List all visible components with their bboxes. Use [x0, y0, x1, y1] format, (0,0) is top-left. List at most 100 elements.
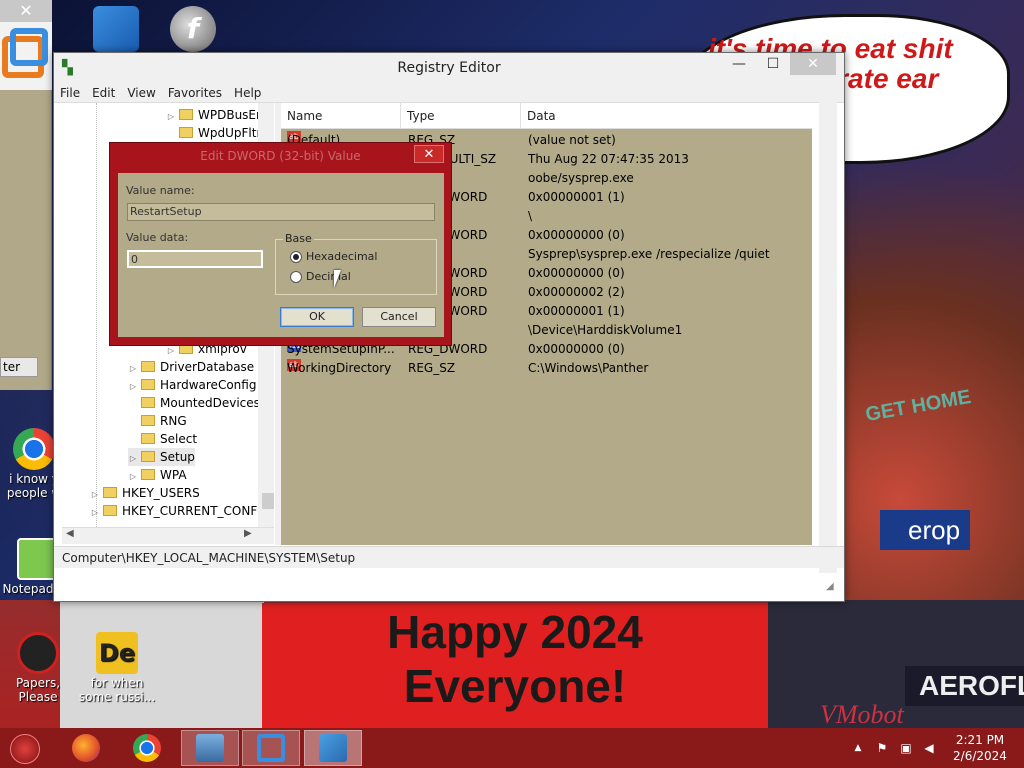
- maximize-button[interactable]: ☐: [756, 53, 790, 75]
- column-header-type[interactable]: Type: [401, 103, 521, 129]
- tree-item-hkey-users[interactable]: ▷ HKEY_USERS: [90, 484, 200, 502]
- firefox-icon: [72, 734, 100, 762]
- value-data-cell: C:\Windows\Panther: [528, 361, 649, 375]
- scroll-right-icon[interactable]: ▶: [244, 528, 252, 539]
- value-data-cell: Thu Aug 22 07:47:35 2013: [528, 152, 689, 166]
- hexadecimal-radio[interactable]: [290, 251, 302, 263]
- menu-help[interactable]: Help: [228, 83, 267, 103]
- desktop-icon-label: Papers, Please: [15, 676, 61, 704]
- value-data-cell: 0x00000002 (2): [528, 285, 625, 299]
- close-icon[interactable]: ✕: [0, 0, 52, 22]
- menu-file[interactable]: File: [54, 83, 86, 103]
- edit-dword-dialog[interactable]: Edit DWORD (32-bit) Value ✕ Value name: …: [109, 142, 452, 346]
- menu-edit[interactable]: Edit: [86, 83, 121, 103]
- tree-item-wpdbusen[interactable]: ▷ WPDBusEn: [166, 106, 264, 124]
- folder-icon: [141, 469, 155, 480]
- system-clock[interactable]: 2:21 PM 2/6/2024: [944, 732, 1016, 764]
- dialog-body: Value name: RestartSetup Value data: 0 B…: [118, 173, 444, 337]
- background-window-button[interactable]: ter: [0, 357, 38, 377]
- tree-item-wpdupfltr[interactable]: WpdUpFltr: [166, 124, 261, 142]
- tree-item-mounteddevices[interactable]: MountedDevices: [128, 394, 260, 412]
- tree-item-driverdatabase[interactable]: ▷ DriverDatabase: [128, 358, 254, 376]
- menu-view[interactable]: View: [121, 83, 161, 103]
- folder-icon: [141, 415, 155, 426]
- column-header-name[interactable]: Name: [281, 103, 401, 129]
- value-data-cell: \: [528, 209, 533, 223]
- resize-grip-icon[interactable]: ◢: [826, 581, 840, 595]
- column-header-data[interactable]: Data: [521, 103, 812, 129]
- value-type-cell: REG_SZ: [408, 361, 456, 375]
- action-center-flag-icon[interactable]: ⚑: [873, 728, 891, 768]
- folder-icon: [141, 397, 155, 408]
- menu-favorites[interactable]: Favorites: [162, 83, 228, 103]
- outer-vertical-scrollbar[interactable]: [819, 83, 837, 573]
- chrome-icon: [133, 734, 161, 762]
- taskbar-chrome[interactable]: [118, 730, 176, 766]
- minimize-button[interactable]: —: [722, 53, 756, 75]
- folder-icon: [103, 487, 117, 498]
- value-data-cell: 0x00000000 (0): [528, 266, 625, 280]
- folder-icon: [179, 127, 193, 138]
- value-name-field[interactable]: RestartSetup: [127, 203, 435, 221]
- folder-icon: [141, 451, 155, 462]
- tree-item-rng[interactable]: RNG: [128, 412, 187, 430]
- taskbar-network-remote[interactable]: [181, 730, 239, 766]
- close-button[interactable]: ✕: [790, 53, 836, 75]
- tree-item-hardwareconfig[interactable]: ▷ HardwareConfig: [128, 376, 257, 394]
- ok-button[interactable]: OK: [280, 307, 354, 327]
- taskbar-registry-editor[interactable]: [304, 730, 362, 766]
- tree-horizontal-scrollbar[interactable]: ◀ ▶: [62, 527, 274, 544]
- value-data-cell: \Device\HarddiskVolume1: [528, 323, 683, 337]
- folder-icon: [141, 379, 155, 390]
- tree-item-setup[interactable]: ▷ Setup: [128, 448, 195, 466]
- clock-time: 2:21 PM: [955, 733, 1005, 747]
- registry-editor-icon: [319, 734, 347, 762]
- wallpaper-sign-erop: erop: [880, 510, 970, 550]
- status-bar: Computer\HKEY_LOCAL_MACHINE\SYSTEM\Setup: [54, 546, 844, 568]
- value-data-cell: 0x00000001 (1): [528, 304, 625, 318]
- taskbar-vmware[interactable]: [242, 730, 300, 766]
- desktop-icon-de-shortcut[interactable]: De for when some russi...: [77, 632, 157, 704]
- folder-icon: [103, 505, 117, 516]
- value-data-field[interactable]: 0: [127, 250, 263, 268]
- taskbar-firefox[interactable]: [57, 730, 115, 766]
- folder-icon: [141, 433, 155, 444]
- menu-bar: File Edit View Favorites Help: [54, 83, 844, 103]
- value-name-label: Value name:: [126, 184, 195, 197]
- dialog-close-button[interactable]: ✕: [414, 145, 444, 163]
- papers-please-icon: [17, 632, 59, 674]
- banner-line-2: Everyone!: [403, 660, 627, 712]
- scroll-left-icon[interactable]: ◀: [66, 528, 74, 539]
- volume-muted-icon[interactable]: ◀: [920, 728, 938, 768]
- base-group: [275, 239, 437, 295]
- start-button[interactable]: [10, 734, 40, 764]
- list-header: Name Type Data: [281, 103, 812, 129]
- vmware-icon: [257, 734, 285, 762]
- title-bar[interactable]: ▚ Registry Editor — ☐ ✕: [54, 53, 844, 83]
- wallpaper-watermark: VMobot: [820, 700, 904, 729]
- hexadecimal-radio-label[interactable]: Hexadecimal: [306, 250, 377, 264]
- chrome-icon: [13, 428, 55, 470]
- tree-item-hkey-current-config[interactable]: ▷ HKEY_CURRENT_CONFIG: [90, 502, 270, 520]
- folder-icon: [141, 361, 155, 372]
- decimal-radio[interactable]: [290, 271, 302, 283]
- tree-scroll-thumb[interactable]: [262, 493, 274, 509]
- value-data-cell: 0x00000001 (1): [528, 190, 625, 204]
- value-data-cell: Sysprep\sysprep.exe /respecialize /quiet: [528, 247, 770, 261]
- wallpaper-banner-text: Happy 2024 Everyone!: [262, 605, 768, 713]
- vmware-workstation-icon[interactable]: [93, 6, 139, 52]
- cancel-button[interactable]: Cancel: [362, 307, 436, 327]
- adobe-flash-icon[interactable]: f: [170, 6, 216, 52]
- wallpaper-sign-aero: AEROFL: [905, 666, 1024, 706]
- tree-item-select[interactable]: Select: [128, 430, 197, 448]
- background-window[interactable]: ✕ ter: [0, 0, 52, 390]
- desktop-icon-papers-please[interactable]: Papers, Please: [0, 632, 78, 704]
- tree-item-wpa[interactable]: ▷ WPA: [128, 466, 187, 484]
- show-hidden-icons-button[interactable]: ▲: [850, 728, 866, 768]
- value-data-label: Value data:: [126, 231, 189, 244]
- list-row[interactable]: ab WorkingDirectory REG_SZ C:\Windows\Panth…: [281, 359, 812, 378]
- remote-desktop-icon: [196, 734, 224, 762]
- desktop-icon-label: for when some russi...: [78, 676, 156, 704]
- network-icon[interactable]: ▣: [897, 728, 915, 768]
- expand-arrow-icon[interactable]: ▷: [90, 504, 100, 522]
